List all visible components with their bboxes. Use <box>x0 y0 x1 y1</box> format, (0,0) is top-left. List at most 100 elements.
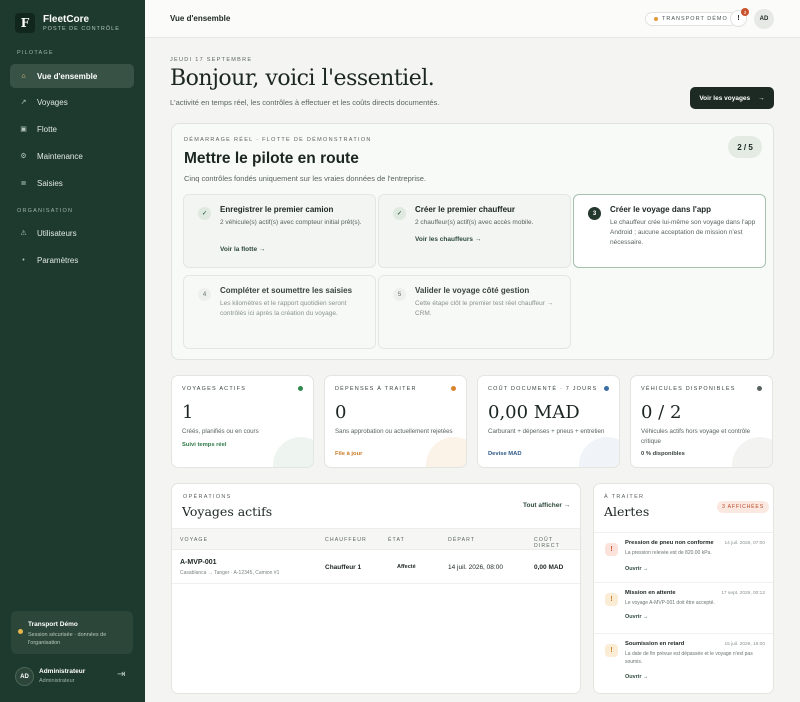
avatar[interactable]: AD <box>754 9 774 29</box>
sidebar-item-flotte[interactable]: ▣ Flotte <box>10 117 134 141</box>
queue-status-link[interactable]: File à jour <box>335 451 362 457</box>
stat-value: 0,00 MAD <box>488 402 580 423</box>
view-trips-label: Voir les voyages <box>699 94 751 102</box>
status-dot-icon <box>654 17 658 21</box>
logout-icon[interactable]: ⇥ <box>117 669 125 680</box>
step-title: Créer le voyage dans l'app <box>610 205 712 214</box>
gear-icon: ⚙ <box>20 153 27 160</box>
user-name: Administrateur <box>39 668 86 675</box>
stat-description: Sans approbation ou actuellement rejetée… <box>335 428 453 435</box>
sidebar-item-maintenance[interactable]: ⚙ Maintenance <box>10 144 134 168</box>
trip-driver: Chauffeur 1 <box>325 564 362 571</box>
onboarding-step: 5 Valider le voyage côté gestion Cette é… <box>378 275 571 349</box>
sidebar-item-voyages[interactable]: ↗ Voyages <box>10 90 134 114</box>
alert-item: ! Soumission en retard 15 juil. 2026, 18… <box>594 633 773 693</box>
alert-time: 14 juil. 2026, 07:00 <box>724 541 765 546</box>
currency-link[interactable]: Devise MAD <box>488 451 522 457</box>
column-header[interactable]: ÉTAT <box>388 537 405 543</box>
stat-description: Créés, planifiés ou en cours <box>182 428 259 435</box>
nav-section-pilotage: PILOTAGE <box>17 50 54 56</box>
step-number: 5 <box>393 288 406 301</box>
check-icon: ✓ <box>198 207 211 220</box>
sidebar: F FleetCore POSTE DE CONTRÔLE PILOTAGE ⌂… <box>0 0 145 702</box>
alert-description: Le voyage A-MVP-001 doit être accepté. <box>625 600 715 606</box>
trip-departure: 14 juil. 2026, 08:00 <box>448 564 503 571</box>
step-number: 3 <box>588 207 601 220</box>
trip-id: A-MVP-001 <box>180 559 217 566</box>
decorative-blob <box>273 437 313 467</box>
column-header[interactable]: CHAUFFEUR <box>325 537 367 543</box>
onboarding-step: 4 Compléter et soumettre les saisies Les… <box>183 275 376 349</box>
stat-label: VOYAGES ACTIFS <box>182 386 247 392</box>
alerts-panel: À TRAITER Alertes 3 AFFICHÉES ! Pression… <box>593 483 774 694</box>
stat-label: COÛT DOCUMENTÉ · 7 JOURS <box>488 386 598 392</box>
sidebar-item-label: Flotte <box>37 124 58 134</box>
truck-icon: ▣ <box>20 126 27 133</box>
column-header[interactable]: COÛT DIRECT <box>534 537 580 549</box>
sidebar-item-overview[interactable]: ⌂ Vue d'ensemble <box>10 64 134 88</box>
open-alert-link[interactable]: Ouvrir → <box>625 614 649 620</box>
alert-title: Pression de pneu non conforme <box>625 540 714 546</box>
onboarding-step: ✓ Créer le premier chauffeur 2 chauffeur… <box>378 194 571 268</box>
status-dot-icon <box>604 386 609 391</box>
alert-title: Mission en attente <box>625 590 676 596</box>
decorative-blob <box>579 437 619 467</box>
sidebar-item-saisies[interactable]: ≣ Saisies <box>10 171 134 195</box>
alert-item: ! Pression de pneu non conforme 14 juil.… <box>594 532 773 582</box>
step-description: 2 chauffeur(s) actif(s) avec accès mobil… <box>415 219 534 226</box>
trip-route: Casablanca → Tanger · A-12345, Camion #1 <box>180 570 280 576</box>
alert-icon: ! <box>605 593 618 606</box>
step-title: Valider le voyage côté gestion <box>415 286 530 295</box>
check-icon: ✓ <box>393 207 406 220</box>
step-description: 2 véhicule(s) actif(s) avec compteur ini… <box>220 219 362 226</box>
sidebar-item-label: Saisies <box>37 178 63 188</box>
stat-value: 1 <box>182 402 194 423</box>
status-dot-icon <box>298 386 303 391</box>
onboarding-step-current[interactable]: 3 Créer le voyage dans l'app Le chauffeu… <box>573 194 766 268</box>
sidebar-item-label: Voyages <box>37 97 68 107</box>
org-subtitle: Session sécurisée · données de l'organis… <box>28 632 107 646</box>
realtime-tracking-link[interactable]: Suivi temps réel <box>182 442 226 448</box>
view-fleet-link[interactable]: Voir la flotte → <box>220 246 265 253</box>
step-description: Cette étape clôt le premier test réel ch… <box>415 300 554 317</box>
section-title: Alertes <box>604 504 650 519</box>
organisation-chip[interactable]: TRANSPORT DÉMO <box>645 12 737 26</box>
notification-badge: 3 <box>741 8 749 16</box>
stat-label: VÉHICULES DISPONIBLES <box>641 386 736 392</box>
sidebar-item-label: Paramètres <box>37 255 79 265</box>
status-badge: Affecté <box>397 564 416 570</box>
sidebar-item-parametres[interactable]: • Paramètres <box>10 248 134 272</box>
table-row[interactable]: A-MVP-001 Casablanca → Tanger · A-12345,… <box>172 550 580 584</box>
users-icon: ⚠ <box>20 230 27 237</box>
onboarding-tag: DÉMARRAGE RÉEL · FLOTTE DE DÉMONSTRATION <box>184 137 372 143</box>
list-icon: ≣ <box>20 180 27 187</box>
alert-item: ! Mission en attente 17 sept. 2026, 00:1… <box>594 582 773 632</box>
open-alert-link[interactable]: Ouvrir → <box>625 566 649 572</box>
onboarding-panel: DÉMARRAGE RÉEL · FLOTTE DE DÉMONSTRATION… <box>171 123 774 360</box>
status-dot-icon <box>451 386 456 391</box>
open-alert-link[interactable]: Ouvrir → <box>625 674 649 680</box>
brand[interactable]: F FleetCore POSTE DE CONTRÔLE <box>15 13 120 33</box>
view-drivers-link[interactable]: Voir les chauffeurs → <box>415 236 481 243</box>
alert-icon: ! <box>737 15 740 22</box>
column-header[interactable]: VOYAGE <box>180 537 208 543</box>
view-trips-button[interactable]: Voir les voyages → <box>690 87 774 109</box>
availability-link[interactable]: 0 % disponibles <box>641 451 685 457</box>
step-number: 4 <box>198 288 211 301</box>
active-trips-panel: OPÉRATIONS Voyages actifs Tout afficher … <box>171 483 581 694</box>
onboarding-subtitle: Cinq contrôles fondés uniquement sur les… <box>184 174 426 183</box>
show-all-link[interactable]: Tout afficher → <box>523 502 570 509</box>
org-title: Transport Démo <box>28 621 78 628</box>
section-tag: OPÉRATIONS <box>183 494 232 500</box>
sidebar-item-utilisateurs[interactable]: ⚠ Utilisateurs <box>10 221 134 245</box>
arrow-right-icon: → <box>758 94 765 102</box>
avatar[interactable]: AD <box>15 667 34 686</box>
greeting-subtitle: L'activité en temps réel, les contrôles … <box>170 98 440 107</box>
greeting-heading: Bonjour, voici l'essentiel. <box>170 66 435 91</box>
column-header[interactable]: DÉPART <box>448 537 475 543</box>
org-card: Transport Démo Session sécurisée · donné… <box>11 611 133 654</box>
brand-logo-icon: F <box>15 13 35 33</box>
stat-card-documented-cost: COÛT DOCUMENTÉ · 7 JOURS 0,00 MAD Carbur… <box>477 375 620 468</box>
topbar: Vue d'ensemble TRANSPORT DÉMO ! 3 AD <box>145 0 800 38</box>
onboarding-step: ✓ Enregistrer le premier camion 2 véhicu… <box>183 194 376 268</box>
